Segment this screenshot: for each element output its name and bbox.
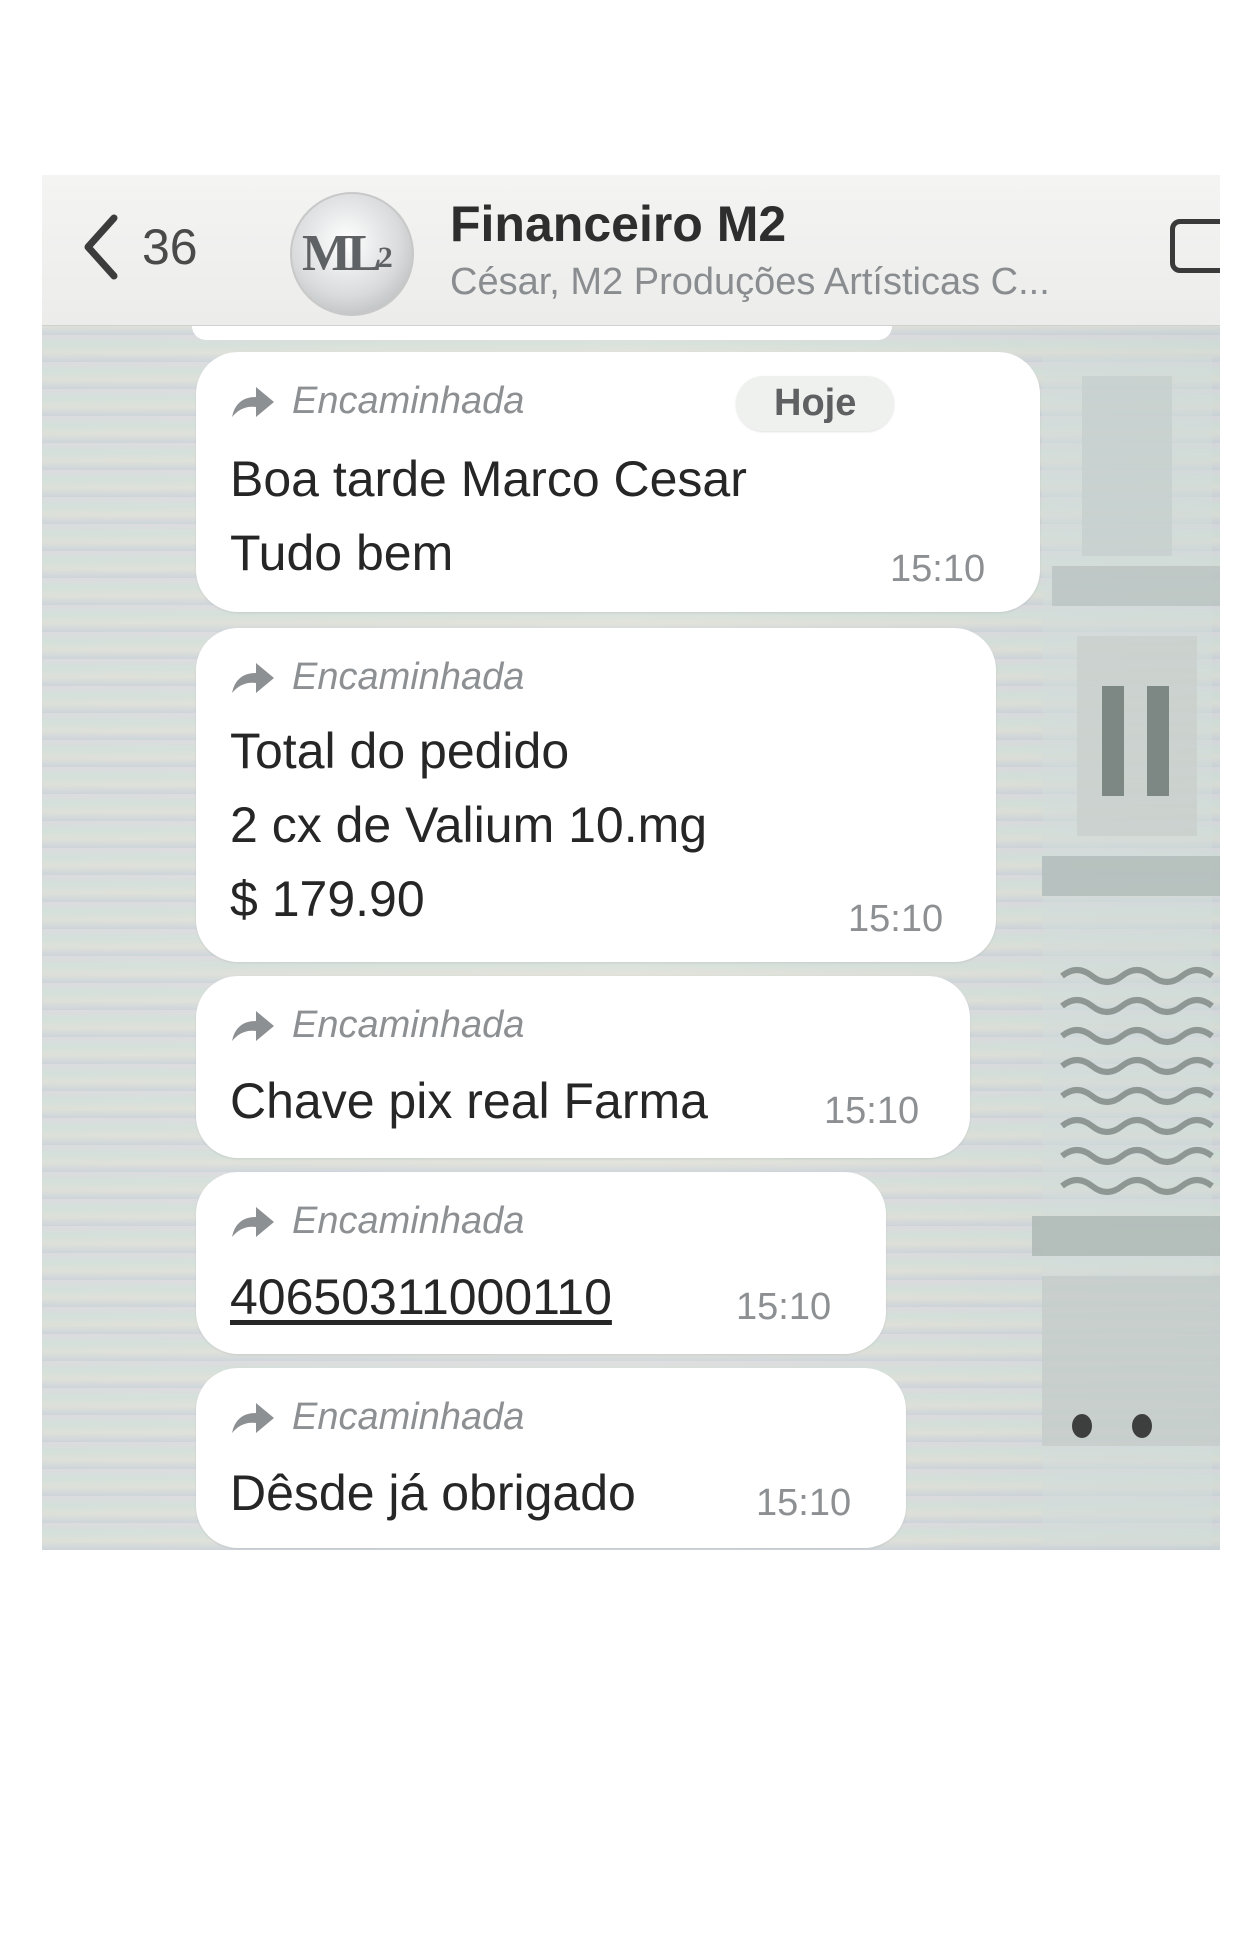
- chevron-left-icon: [84, 214, 118, 280]
- forward-arrow-icon: [232, 386, 274, 417]
- chat-subtitle[interactable]: César, M2 Produções Artísticas C...: [450, 261, 1170, 304]
- forwarded-label: Encaminhada: [230, 380, 524, 423]
- message-time: 15:10: [824, 1090, 920, 1132]
- forwarded-label: Encaminhada: [230, 656, 524, 699]
- message-time: 15:10: [848, 898, 944, 940]
- message-text: Total do pedido 2 cx de Valium 10.mg $ 1…: [230, 723, 708, 927]
- message-text: Boa tarde Marco Cesar Tudo bem: [230, 451, 747, 581]
- forwarded-label: Encaminhada: [230, 1200, 524, 1243]
- message-text: Chave pix real Farma: [230, 1073, 708, 1129]
- unread-count: 36: [142, 219, 198, 275]
- message-time: 15:10: [736, 1286, 832, 1328]
- forwarded-label: Encaminhada: [230, 1396, 524, 1439]
- message-time: 15:10: [890, 548, 986, 590]
- forward-arrow-icon: [232, 662, 274, 693]
- back-button[interactable]: 36: [80, 207, 230, 287]
- message-bubble[interactable]: Encaminhada Hoje Boa tarde Marco Cesar T…: [196, 352, 1040, 612]
- message-bubble[interactable]: Encaminhada Dêsde já obrigado 15:10: [196, 1368, 906, 1548]
- message-bubble[interactable]: Encaminhada Total do pedido 2 cx de Vali…: [196, 628, 996, 962]
- avatar[interactable]: ML2: [290, 192, 414, 316]
- message-text: Dêsde já obrigado: [230, 1465, 636, 1521]
- message-time: 15:10: [756, 1482, 852, 1524]
- forwarded-label: Encaminhada: [230, 1004, 524, 1047]
- message-bubble[interactable]: Encaminhada 40650311000110 15:10: [196, 1172, 886, 1354]
- wallpaper-tower: [1032, 356, 1220, 1546]
- chat-screenshot: 36 ML2 Financeiro M2 César, M2 Produções…: [42, 175, 1220, 1550]
- avatar-logo: ML2: [302, 225, 393, 282]
- video-call-icon[interactable]: [1170, 219, 1220, 273]
- forward-arrow-icon: [232, 1010, 274, 1041]
- pix-key-link[interactable]: 40650311000110: [230, 1260, 612, 1334]
- date-badge: Hoje: [736, 376, 895, 431]
- chat-title[interactable]: Financeiro M2: [450, 195, 786, 253]
- forward-arrow-icon: [232, 1206, 274, 1237]
- scanned-page: 36 ML2 Financeiro M2 César, M2 Produções…: [0, 0, 1240, 1948]
- previous-message-edge: [192, 326, 892, 340]
- chat-area: Encaminhada Hoje Boa tarde Marco Cesar T…: [42, 326, 1220, 1550]
- forward-arrow-icon: [232, 1402, 274, 1433]
- message-bubble[interactable]: Encaminhada Chave pix real Farma 15:10: [196, 976, 970, 1158]
- chat-header: 36 ML2 Financeiro M2 César, M2 Produções…: [42, 175, 1220, 326]
